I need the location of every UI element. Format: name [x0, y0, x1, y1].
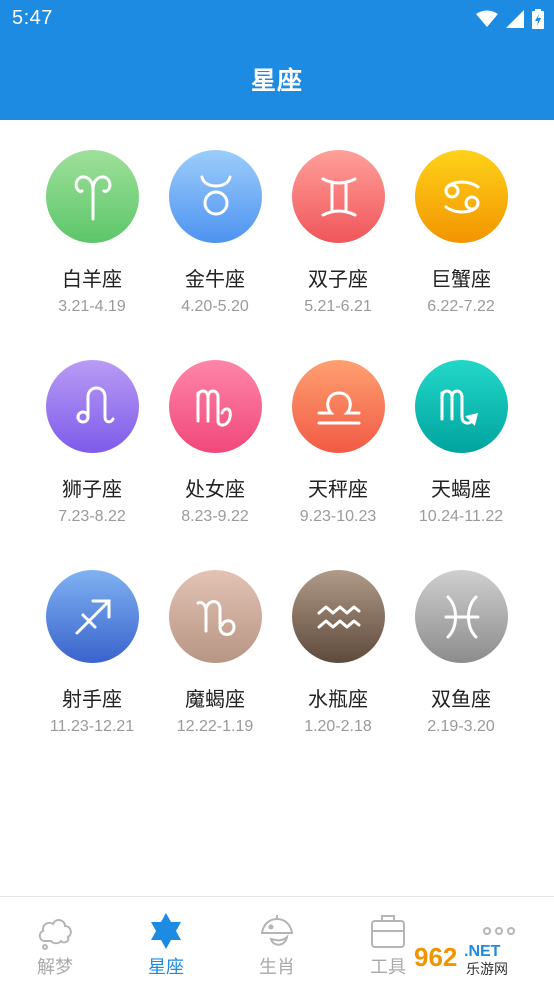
signal-icon [506, 10, 524, 28]
zodiac-circle [292, 570, 385, 663]
zodiac-circle [46, 360, 139, 453]
libra-icon [317, 390, 360, 424]
page-title: 星座 [250, 66, 303, 95]
zodiac-date: 9.23-10.23 [299, 508, 377, 525]
zodiac-name: 天秤座 [308, 477, 368, 501]
zodiac-name: 双鱼座 [431, 687, 491, 711]
tab-horoscope[interactable]: 星座 [111, 897, 221, 984]
zodiac-date: 12.22-1.19 [176, 718, 254, 735]
zodiac-name: 射手座 [62, 687, 122, 711]
zodiac-name: 巨蟹座 [431, 267, 491, 291]
zodiac-date: 5.21-6.21 [304, 298, 372, 315]
tab-dream[interactable]: 解梦 [0, 897, 110, 984]
wifi-icon [476, 10, 498, 27]
app-header: 星座 [0, 38, 554, 120]
zodiac-name: 双子座 [308, 267, 368, 291]
zodiac-circle [415, 570, 508, 663]
zodiac-item-capricorn[interactable]: 魔蝎座 12.22-1.19 [155, 570, 275, 760]
svg-text:962: 962 [414, 942, 457, 972]
zodiac-date: 4.20-5.20 [181, 298, 249, 315]
zodiac-date: 3.21-4.19 [58, 298, 126, 315]
star-icon [151, 913, 181, 949]
cloud-icon [38, 919, 72, 950]
zodiac-date: 11.23-12.21 [49, 718, 135, 735]
zodiac-circle [415, 150, 508, 243]
zodiac-item-pisces[interactable]: 双鱼座 2.19-3.20 [401, 570, 521, 760]
toolbox-icon [371, 915, 405, 948]
zodiac-name: 处女座 [185, 477, 245, 501]
pisces-icon [444, 595, 479, 638]
cancer-icon [444, 180, 479, 213]
zodiac-date: 2.19-3.20 [427, 718, 495, 735]
capricorn-icon [196, 599, 236, 636]
zodiac-name: 金牛座 [185, 267, 245, 291]
gemini-icon [321, 177, 356, 216]
zodiac-circle [415, 360, 508, 453]
zodiac-animal-icon [261, 915, 293, 946]
zodiac-date: 8.23-9.22 [181, 508, 249, 525]
zodiac-circle [292, 360, 385, 453]
zodiac-date: 7.23-8.22 [58, 508, 126, 525]
zodiac-item-taurus[interactable]: 金牛座 4.20-5.20 [155, 150, 275, 340]
sagittarius-icon [75, 599, 110, 634]
watermark-logo: 962 .NET 乐游网 [408, 936, 548, 978]
zodiac-circle [292, 150, 385, 243]
zodiac-name: 魔蝎座 [185, 687, 245, 711]
zodiac-name: 水瓶座 [308, 687, 368, 711]
virgo-icon [196, 389, 232, 427]
zodiac-item-gemini[interactable]: 双子座 5.21-6.21 [278, 150, 398, 340]
zodiac-item-scorpio[interactable]: 天蝎座 10.24-11.22 [401, 360, 521, 550]
tab-chinese-zodiac[interactable]: 生肖 [222, 897, 332, 984]
zodiac-date: 10.24-11.22 [418, 508, 504, 525]
tab-label: 生肖 [259, 957, 295, 978]
leo-icon [76, 386, 114, 423]
zodiac-circle [46, 150, 139, 243]
zodiac-date: 6.22-7.22 [427, 298, 495, 315]
status-time: 5:47 [12, 7, 53, 29]
aquarius-icon [317, 605, 360, 628]
svg-text:乐游网: 乐游网 [466, 962, 508, 978]
tab-label: 解梦 [37, 957, 73, 978]
battery-icon [532, 9, 544, 29]
zodiac-item-sagittarius[interactable]: 射手座 11.23-12.21 [32, 570, 152, 760]
tab-label: 星座 [148, 957, 184, 978]
zodiac-item-cancer[interactable]: 巨蟹座 6.22-7.22 [401, 150, 521, 340]
status-icons [476, 7, 544, 31]
zodiac-item-virgo[interactable]: 处女座 8.23-9.22 [155, 360, 275, 550]
zodiac-name: 白羊座 [62, 267, 122, 291]
zodiac-item-leo[interactable]: 狮子座 7.23-8.22 [32, 360, 152, 550]
zodiac-circle [46, 570, 139, 663]
zodiac-circle [169, 150, 262, 243]
zodiac-circle [169, 570, 262, 663]
status-bar: 5:47 [0, 0, 554, 38]
svg-text:.NET: .NET [464, 943, 501, 960]
taurus-icon [200, 175, 231, 215]
zodiac-circle [169, 360, 262, 453]
zodiac-name: 狮子座 [62, 477, 122, 501]
zodiac-item-libra[interactable]: 天秤座 9.23-10.23 [278, 360, 398, 550]
aries-icon [74, 174, 111, 220]
zodiac-name: 天蝎座 [431, 477, 491, 501]
zodiac-date: 1.20-2.18 [304, 718, 372, 735]
zodiac-item-aquarius[interactable]: 水瓶座 1.20-2.18 [278, 570, 398, 760]
scorpio-icon [440, 389, 478, 426]
zodiac-item-aries[interactable]: 白羊座 3.21-4.19 [32, 150, 152, 340]
